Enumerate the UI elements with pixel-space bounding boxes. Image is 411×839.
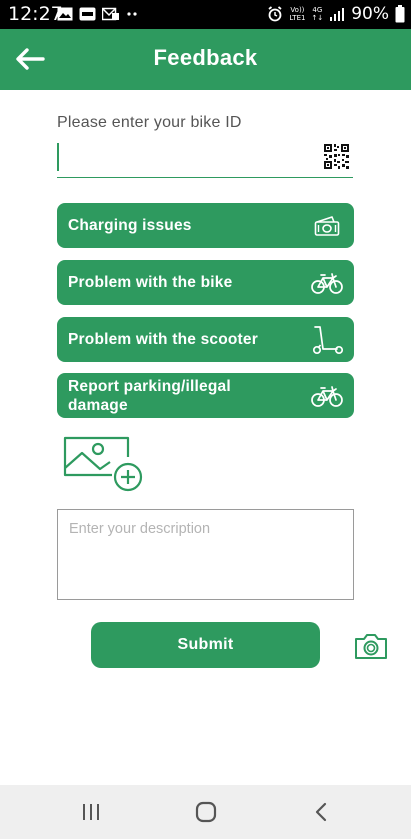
network-indicator: 4G ↑↓ [311, 6, 324, 22]
flitto-notification-icon [79, 7, 96, 21]
charging-issues-label: Charging issues [68, 217, 192, 234]
status-time: 12:27 [8, 3, 63, 25]
camera-button[interactable] [354, 631, 388, 661]
add-image-button[interactable] [62, 435, 144, 493]
back-icon [315, 802, 327, 822]
report-parking-label: Report parking/illegal damage [68, 377, 231, 414]
scooter-problem-label: Problem with the scooter [68, 331, 258, 348]
report-parking-button[interactable]: Report parking/illegal damage [57, 373, 354, 418]
bike-id-input[interactable] [57, 140, 353, 178]
mail-notification-icon [102, 7, 119, 21]
submit-button[interactable]: Submit [91, 622, 320, 668]
home-button[interactable] [191, 798, 221, 826]
scooter-problem-button[interactable]: Problem with the scooter [57, 317, 354, 362]
status-right: Vo)) LTE1 4G ↑↓ 90% [267, 4, 405, 24]
bicycle-icon [311, 385, 343, 407]
notification-icons [57, 6, 138, 22]
camera-icon [355, 634, 387, 659]
alarm-icon [268, 6, 282, 22]
status-bar: 12:27 Vo)) LTE1 4G ↑↓ 90% [0, 0, 411, 29]
app-bar: Feedback [0, 29, 411, 90]
bike-problem-label: Problem with the bike [68, 274, 233, 291]
bicycle-icon [311, 272, 343, 294]
more-notifications-icon [127, 12, 137, 16]
home-icon [195, 801, 217, 823]
image-notification-icon [57, 7, 73, 21]
description-textarea[interactable] [57, 509, 354, 600]
system-nav-bar [0, 785, 411, 839]
battery-percent: 90% [351, 4, 389, 24]
text-cursor [57, 143, 59, 171]
recent-apps-icon [83, 804, 99, 820]
qr-scan-button[interactable] [323, 143, 350, 170]
battery-icon [395, 5, 405, 23]
bike-id-label: Please enter your bike ID [57, 114, 242, 131]
nav-back-button[interactable] [306, 798, 336, 826]
scooter-icon [312, 325, 343, 354]
charging-issues-button[interactable]: Charging issues [57, 203, 354, 248]
charging-money-icon [314, 215, 340, 236]
page-title: Feedback [153, 45, 258, 70]
add-image-icon [63, 436, 143, 492]
bike-problem-button[interactable]: Problem with the bike [57, 260, 354, 305]
recent-apps-button[interactable] [76, 798, 106, 826]
qr-code-icon [323, 143, 350, 170]
signal-strength-icon [330, 8, 345, 21]
volte-indicator: Vo)) LTE1 [289, 6, 306, 22]
